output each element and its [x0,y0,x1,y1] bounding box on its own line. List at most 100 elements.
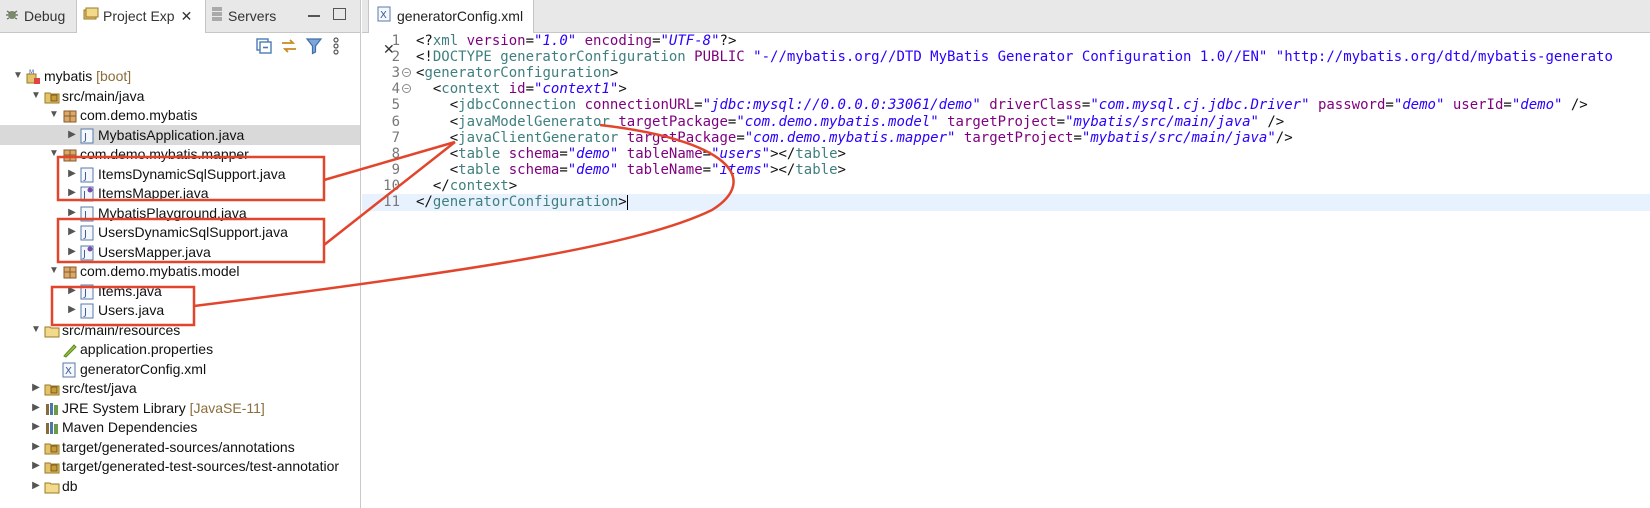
collapse-arrow-icon[interactable]: ▼ [48,105,60,125]
tree-item[interactable]: ▶ J Items.java [0,281,360,301]
expand-arrow-icon[interactable]: ▶ [30,378,42,398]
code-line[interactable]: 2 <!DOCTYPE generatorConfiguration PUBLIC… [362,49,1650,66]
svg-text:X: X [380,10,387,21]
svg-text:J: J [82,190,86,201]
code-line[interactable]: 10 </context> [362,178,1650,195]
code-line[interactable]: 3− <generatorConfiguration> [362,65,1650,82]
expand-arrow-icon[interactable]: ▶ [66,300,78,320]
tree-item[interactable]: ▼ com.demo.mybatis [0,105,360,125]
svg-text:J: J [82,249,86,260]
code-line[interactable]: 6 <javaModelGenerator targetPackage="com… [362,114,1650,131]
bug-icon [4,1,20,33]
server-icon [210,1,224,33]
tree-item[interactable]: ▶ src/test/java [0,378,360,398]
collapse-all-icon[interactable] [254,36,274,56]
tree-item[interactable]: ▶ target/generated-sources/annotations [0,437,360,457]
expand-arrow-icon[interactable]: ▶ [66,125,78,145]
library-icon [44,401,59,416]
fold-toggle-icon[interactable]: − [402,68,411,78]
tree-item[interactable]: ▶ J UsersDynamicSqlSupport.java [0,222,360,242]
tree-item-suffix: [JavaSE-11] [185,399,265,416]
xml-file-icon: X [377,1,391,33]
maven-project-icon: M [26,69,41,84]
svg-text:J: J [83,171,87,182]
text-caret [626,194,628,210]
expand-arrow-icon[interactable]: ▶ [30,437,42,457]
collapse-arrow-icon[interactable]: ▼ [48,261,60,281]
tree-item-label: JRE System Library [JavaSE-11] [62,399,265,416]
tree-item[interactable]: ▼ Mmybatis [boot] [0,66,360,86]
tree-item-label: com.demo.mybatis.mapper [80,146,249,162]
expand-arrow-icon[interactable]: ▶ [66,281,78,301]
tree-item-label: Maven Dependencies [62,419,198,435]
tree-item[interactable]: ▼ src/main/java [0,86,360,106]
tree-item[interactable]: ▼ com.demo.mybatis.model [0,261,360,281]
svg-text:J: J [83,229,87,240]
maximize-button[interactable] [333,8,346,20]
package-icon [62,264,77,279]
source-folder-icon [44,459,60,474]
tab-servers[interactable]: Servers [210,0,276,32]
expand-arrow-icon[interactable]: ▶ [66,183,78,203]
expand-arrow-icon[interactable]: ▶ [66,203,78,223]
line-number: 5 [391,97,400,114]
close-icon[interactable]: ✕ [181,0,193,32]
line-number: 7 [391,129,400,146]
tree-item[interactable]: ▶ db [0,476,360,496]
tree-item[interactable]: ▶ J UsersMapper.java [0,242,360,262]
tree-item[interactable]: application.properties [0,339,360,359]
code-area[interactable]: 1 <?xml version="1.0" encoding="UTF-8"?> 2… [362,33,1650,508]
line-number: 4 [391,81,400,98]
tree-item-label: MybatisApplication.java [98,126,245,143]
tree-item[interactable]: ▶ Maven Dependencies [0,417,360,437]
expand-arrow-icon[interactable]: ▶ [30,417,42,437]
filter-icon[interactable] [304,36,324,56]
tree-item[interactable]: ▼ src/main/resources [0,320,360,340]
expand-arrow-icon[interactable]: ▶ [30,476,42,496]
tree-item[interactable]: ▶ J MybatisApplication.java [0,124,360,145]
expand-arrow-icon[interactable]: ▶ [30,398,42,418]
tab-debug[interactable]: Debug [4,0,65,32]
tree-item[interactable]: ▶ J Users.java [0,300,360,320]
code-line[interactable]: 7 <javaClientGenerator targetPackage="co… [362,130,1650,147]
tab-project-explorer[interactable]: Project Exp ✕ [76,0,206,33]
expand-arrow-icon[interactable]: ▶ [66,164,78,184]
tree-item[interactable]: ▶ target/generated-test-sources/test-anno… [0,456,360,476]
code-line[interactable]: 9 <table schema="demo" tableName="items"… [362,162,1650,179]
collapse-arrow-icon[interactable]: ▼ [12,66,24,86]
tree-item[interactable]: ▶ J ItemsDynamicSqlSupport.java [0,164,360,184]
tree-item[interactable]: ▶ JRE System Library [JavaSE-11] [0,398,360,418]
svg-text:M: M [29,69,34,76]
tree-item-label: generatorConfig.xml [80,360,207,377]
expand-arrow-icon[interactable]: ▶ [30,456,42,476]
collapse-arrow-icon[interactable]: ▼ [30,86,42,106]
code-line[interactable]: 8 <table schema="demo" tableName="users"… [362,146,1650,163]
code-line[interactable]: 5 <jdbcConnection connectionURL="jdbc:my… [362,97,1650,114]
source-folder-icon [44,89,60,104]
tab-project-label: Project Exp [103,8,175,24]
line-number: 6 [391,113,400,130]
expand-arrow-icon[interactable]: ▶ [66,222,78,242]
view-menu-icon[interactable] [332,36,352,56]
expand-arrow-icon[interactable]: ▶ [66,242,78,262]
tree-item[interactable]: ▶ J MybatisPlayground.java [0,203,360,223]
collapse-arrow-icon[interactable]: ▼ [30,320,42,340]
link-with-editor-icon[interactable] [279,36,299,56]
editor-tab-bar: X generatorConfig.xml✕ [362,0,1650,57]
tree-item[interactable]: ▼ com.demo.mybatis.mapper [0,144,360,164]
tree-item[interactable]: ▶ J ItemsMapper.java [0,183,360,203]
minimize-button[interactable] [308,5,320,17]
tree-item-suffix: [boot] [92,68,132,84]
code-line[interactable]: 1 <?xml version="1.0" encoding="UTF-8"?> [362,33,1650,50]
tree-item[interactable]: XgeneratorConfig.xml [0,359,360,379]
code-line[interactable]: 11 </generatorConfiguration> [362,194,1650,211]
source-folder-icon [44,440,60,455]
tree-item-label: src/main/resources [62,321,181,338]
fold-toggle-icon[interactable]: − [402,84,411,94]
editor-tab-generatorconfig[interactable]: X generatorConfig.xml✕ [368,0,534,57]
tab-servers-label: Servers [228,8,277,24]
collapse-arrow-icon[interactable]: ▼ [48,144,60,164]
code-text: <context id="context1"> [416,81,627,98]
code-line[interactable]: 4− <context id="context1"> [362,81,1650,98]
xml-editor: X generatorConfig.xml✕ 1 <?xml version="1… [362,0,1650,508]
